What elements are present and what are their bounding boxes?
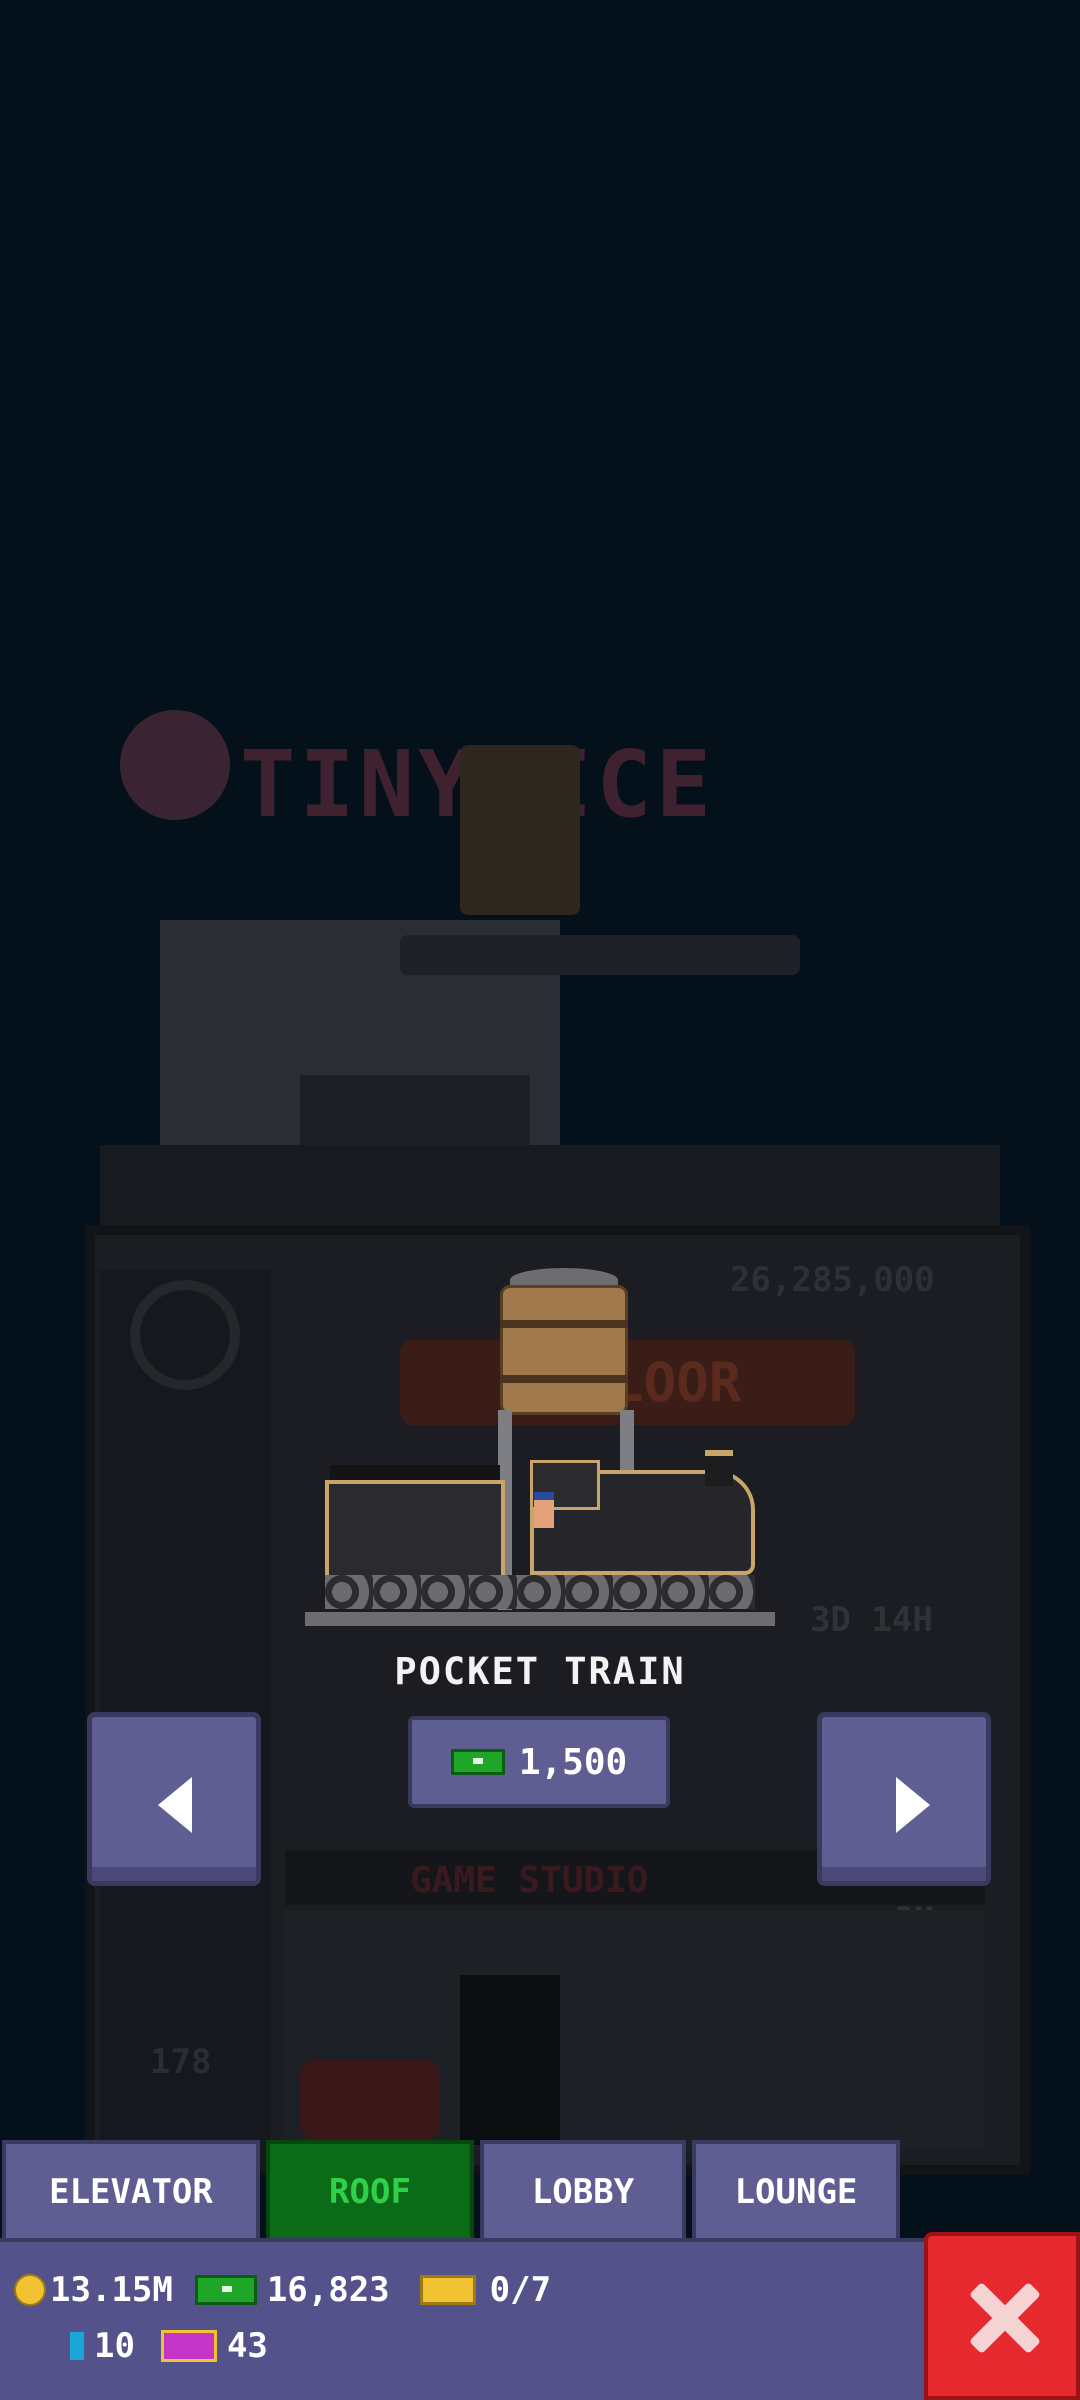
game-scene: TINY ICE L FLOOR 26,285,000 3D 14H GAME … (0, 0, 1080, 2400)
bux-icon (70, 2332, 84, 2360)
previous-item-button[interactable] (87, 1712, 261, 1886)
close-button[interactable] (924, 2232, 1080, 2400)
category-tabs: ELEVATOR ROOF LOBBY LOUNGE (0, 2140, 1080, 2240)
barrel-band (500, 1320, 628, 1328)
price-label: 1,500 (518, 1741, 628, 1783)
train-platform (305, 1612, 775, 1626)
water-tower-barrel (500, 1285, 628, 1415)
tab-lobby[interactable]: LOBBY (480, 2140, 686, 2240)
item-name: POCKET TRAIN (394, 1650, 686, 1693)
sofa (300, 2060, 440, 2140)
coin-icon (14, 2274, 46, 2306)
tickets-value: 0/7 (489, 2270, 552, 2310)
ice-cream-cone-icon (120, 710, 230, 820)
currency-row: 13.15M 16,823 0/7 (14, 2270, 551, 2310)
vip-value: 43 (226, 2326, 268, 2366)
elevator-wheel-icon (130, 1280, 240, 1390)
coins-value: 13.15M (50, 2270, 173, 2310)
studio-name: GAME STUDIO (410, 1860, 649, 1901)
studio-door (460, 1975, 560, 2145)
roof-pipe (400, 935, 800, 975)
bill-icon (194, 2275, 257, 2305)
arrow-left-icon (158, 1777, 192, 1833)
tab-lounge[interactable]: LOUNGE (692, 2140, 900, 2240)
close-icon (968, 2282, 1040, 2354)
inventory-row: 10 43 (70, 2326, 268, 2366)
train-tender (325, 1480, 505, 1580)
buy-button[interactable]: 1,500 (408, 1716, 670, 1808)
floor-timer: 3D 14H (810, 1600, 933, 1640)
floor-value: 26,285,000 (730, 1260, 935, 1300)
vip-icon (160, 2330, 217, 2362)
bux-value: 16,823 (266, 2270, 390, 2310)
tab-roof[interactable]: ROOF (266, 2140, 474, 2240)
barrel-band (500, 1375, 628, 1383)
items-value: 10 (94, 2326, 135, 2366)
smokestack (705, 1450, 733, 1486)
cash-icon (450, 1749, 505, 1775)
status-bar (0, 2238, 1080, 2400)
water-tank (460, 745, 580, 915)
ticket-icon (419, 2275, 476, 2305)
train-driver (534, 1492, 554, 1528)
next-item-button[interactable] (817, 1712, 991, 1886)
tab-elevator[interactable]: ELEVATOR (2, 2140, 260, 2240)
elevator-number: 178 (150, 2042, 212, 2082)
train-wheels (325, 1575, 755, 1609)
arrow-right-icon (896, 1777, 930, 1833)
roof-deck (100, 1145, 1000, 1225)
